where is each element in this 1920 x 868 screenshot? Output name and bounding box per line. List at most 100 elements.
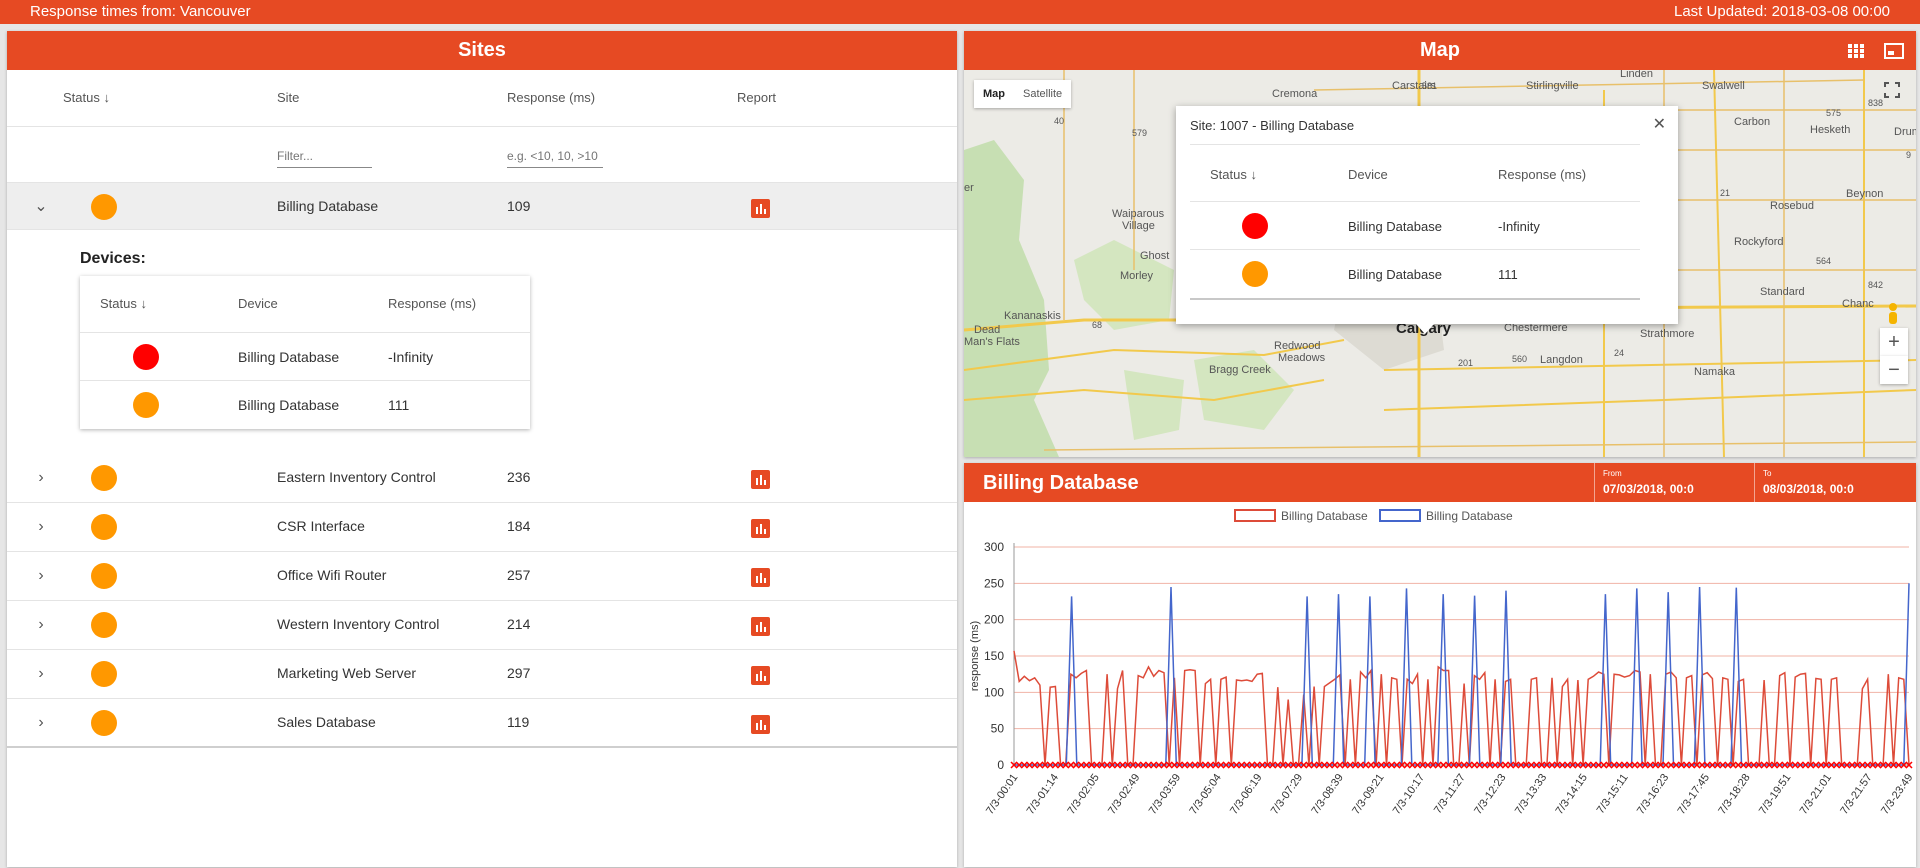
map-label: Carbon [1734, 116, 1771, 128]
x-tick-label: 7/3-00:01 [984, 772, 1020, 817]
site-row[interactable]: › Office Wifi Router 257 [7, 552, 957, 601]
site-name: Sales Database [277, 714, 376, 730]
site-row[interactable]: › Western Inventory Control 214 [7, 601, 957, 650]
response-column-header[interactable]: Response (ms) [507, 90, 595, 105]
status-dot [91, 710, 117, 736]
map-canvas[interactable]: Map Satellite Cremona Carstairs Stirling… [964, 70, 1916, 457]
site-name: CSR Interface [277, 518, 365, 534]
map-label: Ghost [1140, 250, 1170, 262]
x-tick-label: 7/3-15:11 [1595, 772, 1631, 816]
to-date-field[interactable]: To 08/03/2018, 00:0 [1754, 463, 1914, 502]
report-chart-icon[interactable] [751, 199, 770, 218]
chart-title: Billing Database [983, 472, 1139, 494]
response-origin-text: Response times from: Vancouver [30, 3, 251, 20]
filters-row [7, 127, 957, 183]
pegman-icon[interactable] [1884, 302, 1902, 328]
road-label: 9 [1906, 150, 1912, 160]
map-type-map-button[interactable]: Map [974, 80, 1014, 108]
chart-panel: Billing Database From 07/03/2018, 00:0 T… [964, 463, 1916, 867]
sort-down-arrow-icon: ↓ [1250, 167, 1257, 182]
fullscreen-icon[interactable] [1884, 82, 1900, 98]
map-label: Meadows [1278, 352, 1326, 364]
from-value[interactable]: 07/03/2018, 00:0 [1603, 482, 1754, 496]
response-filter-input[interactable] [507, 145, 603, 168]
site-row[interactable]: ⌄ Billing Database 109 [7, 183, 957, 230]
site-row[interactable]: › Eastern Inventory Control 236 [7, 454, 957, 503]
close-icon[interactable]: ✕ [1653, 114, 1666, 134]
report-column-header: Report [737, 90, 777, 105]
legend-swatch [1234, 509, 1276, 522]
chevron-right-icon[interactable]: › [31, 566, 51, 586]
device-response: -Infinity [1498, 219, 1540, 234]
y-axis-label: response (ms) [969, 621, 981, 691]
x-tick-label: 7/3-07:29 [1269, 772, 1305, 817]
road-label: 575 [1826, 108, 1842, 118]
popup-status-column-header[interactable]: Status ↓ [1210, 167, 1257, 182]
report-chart-icon[interactable] [751, 519, 770, 538]
report-chart-icon[interactable] [751, 568, 770, 587]
zoom-out-button[interactable]: − [1880, 356, 1908, 384]
sites-table-header: Status ↓ Site Response (ms) Report [7, 70, 957, 127]
map-panel-title: Map [964, 31, 1916, 70]
device-name: Billing Database [1348, 219, 1442, 234]
device-status-column-header[interactable]: Status ↓ [100, 296, 147, 311]
site-row[interactable]: › CSR Interface 184 [7, 503, 957, 552]
device-response: 111 [388, 397, 410, 413]
site-name: Eastern Inventory Control [277, 469, 436, 485]
devices-title: Devices: [80, 250, 146, 267]
chevron-right-icon[interactable]: › [31, 517, 51, 537]
sort-down-arrow-icon: ↓ [103, 90, 110, 105]
report-chart-icon[interactable] [751, 715, 770, 734]
grid-icon[interactable] [1848, 43, 1864, 58]
popup-title: Site: 1007 - Billing Database [1190, 118, 1355, 133]
popup-response-column-header[interactable]: Response (ms) [1498, 167, 1586, 182]
expand-icon[interactable] [1884, 42, 1904, 59]
zoom-in-button[interactable]: + [1880, 328, 1908, 356]
to-value[interactable]: 08/03/2018, 00:0 [1763, 482, 1914, 496]
x-tick-label: 7/3-02:49 [1106, 772, 1142, 817]
chevron-right-icon[interactable]: › [31, 664, 51, 684]
map-label: Bragg Creek [1209, 364, 1271, 376]
from-date-field[interactable]: From 07/03/2018, 00:0 [1594, 463, 1754, 502]
chevron-right-icon[interactable]: › [31, 713, 51, 733]
status-dot [91, 612, 117, 638]
chevron-down-icon[interactable]: ⌄ [31, 197, 51, 217]
x-tick-label: 7/3-06:19 [1228, 772, 1264, 817]
road-label: 581 [1422, 81, 1438, 91]
map-label: Linden [1620, 70, 1654, 80]
map-label: Cremona [1272, 88, 1318, 100]
from-label: From [1603, 469, 1622, 478]
status-dot [91, 194, 117, 220]
devices-section: Devices: Status ↓ Device Response (ms) B… [7, 230, 957, 454]
site-response: 119 [507, 714, 530, 730]
status-dot [1242, 213, 1268, 239]
site-row[interactable]: › Sales Database 119 [7, 699, 957, 748]
map-panel: Map Map Satellite Cremona Carstairs Stir… [964, 31, 1916, 457]
x-tick-label: 7/3-16:23 [1635, 772, 1671, 817]
site-column-header[interactable]: Site [277, 90, 299, 105]
device-column-header[interactable]: Device [238, 296, 278, 311]
x-tick-label: 7/3-05:04 [1187, 772, 1223, 817]
device-response-column-header[interactable]: Response (ms) [388, 296, 476, 311]
map-type-satellite-button[interactable]: Satellite [1014, 80, 1071, 108]
status-column-header[interactable]: Status ↓ [63, 90, 110, 105]
road-label: 40 [1054, 116, 1065, 126]
map-label: Village [1122, 220, 1155, 232]
x-tick-label: 7/3-12:23 [1472, 772, 1508, 817]
map-label: Morley [1120, 270, 1154, 282]
report-chart-icon[interactable] [751, 666, 770, 685]
map-label: Standard [1760, 286, 1805, 298]
status-dot [1242, 261, 1268, 287]
chevron-right-icon[interactable]: › [31, 468, 51, 488]
chevron-right-icon[interactable]: › [31, 615, 51, 635]
site-row[interactable]: › Marketing Web Server 297 [7, 650, 957, 699]
report-chart-icon[interactable] [751, 617, 770, 636]
map-label: Beynon [1846, 188, 1884, 200]
popup-device-column-header[interactable]: Device [1348, 167, 1388, 182]
map-label: Dead [974, 324, 1001, 336]
site-filter-input[interactable] [277, 145, 372, 168]
device-response: 111 [1498, 267, 1518, 282]
report-chart-icon[interactable] [751, 470, 770, 489]
legend-swatch [1379, 509, 1421, 522]
popup-pointer [1416, 324, 1434, 334]
